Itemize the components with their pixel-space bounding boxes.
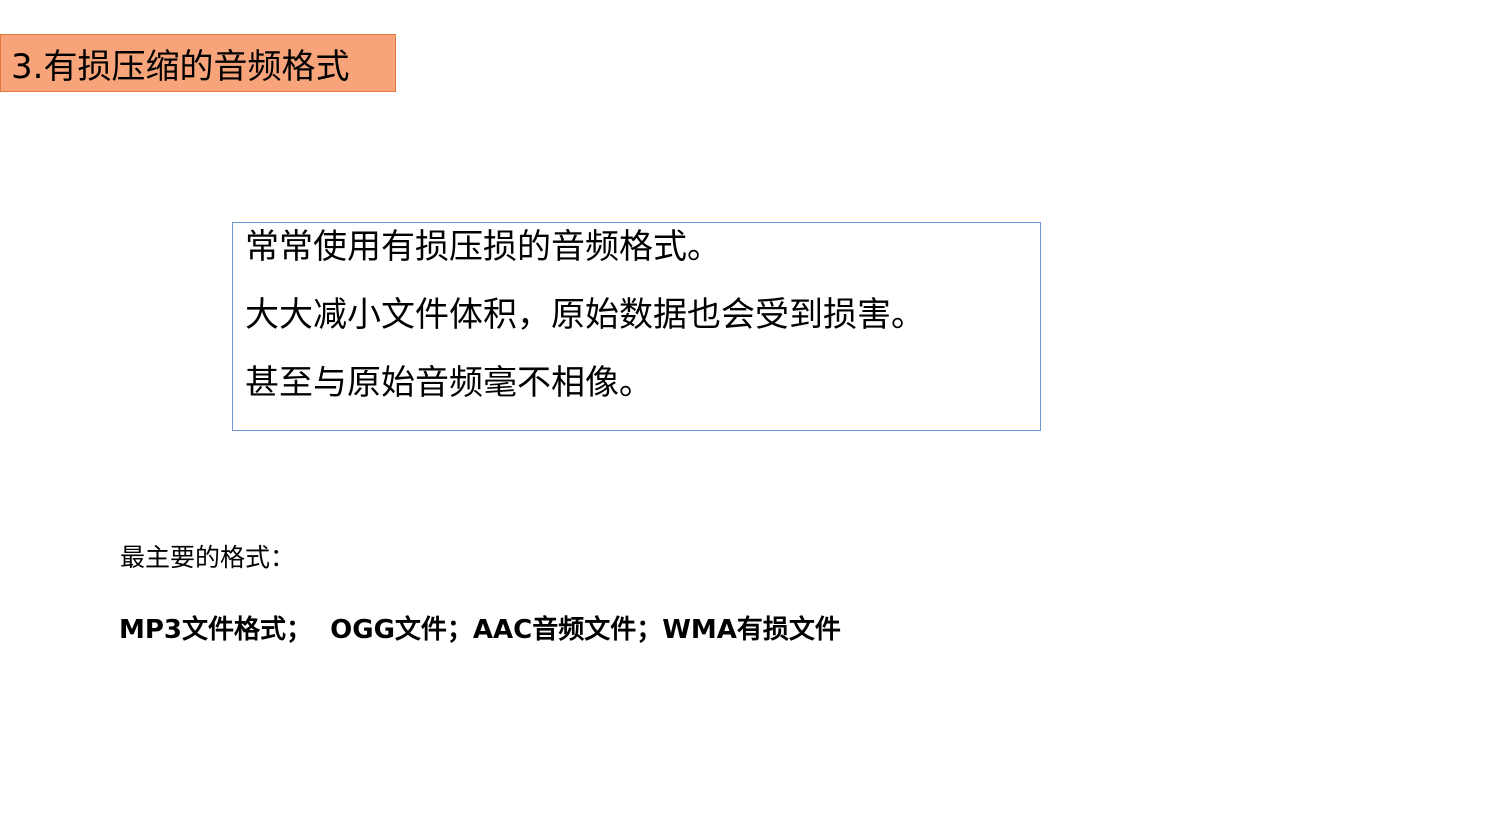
note-line-3: 甚至与原始音频毫不相像。 [245, 363, 653, 403]
note-box: 常常使用有损压损的音频格式。 大大减小文件体积，原始数据也会受到损害。 甚至与原… [232, 222, 1041, 431]
formats-list: MP3文件格式； OGG文件；AAC音频文件；WMA有损文件 [119, 615, 841, 645]
formats-label: 最主要的格式： [120, 543, 296, 572]
note-line-2: 大大减小文件体积，原始数据也会受到损害。 [245, 295, 925, 335]
note-line-1: 常常使用有损压损的音频格式。 [245, 227, 721, 267]
section-heading-text: 3.有损压缩的音频格式 [11, 46, 350, 87]
section-heading: 3.有损压缩的音频格式 [0, 34, 396, 92]
